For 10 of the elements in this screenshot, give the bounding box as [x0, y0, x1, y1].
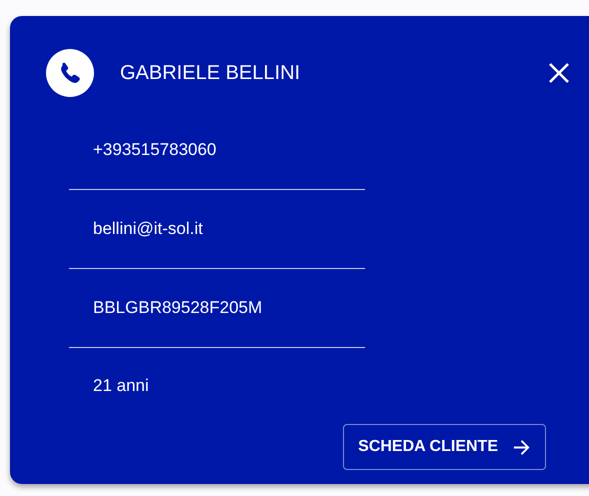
- arrow-icon: [512, 438, 531, 456]
- detail-text: bellini@it-sol.it: [93, 219, 203, 239]
- detail-text: BBLGBR89528F205M: [93, 298, 262, 318]
- customer-card-button[interactable]: SCHEDA CLIENTE: [343, 424, 546, 470]
- close-button[interactable]: [547, 61, 571, 85]
- detail-text: +393515783060: [93, 140, 216, 160]
- phone-icon: [46, 49, 94, 97]
- contact-name: GABRIELE BELLINI: [120, 62, 302, 84]
- close-icon: [547, 61, 571, 85]
- detail-text: 21 anni: [93, 376, 149, 396]
